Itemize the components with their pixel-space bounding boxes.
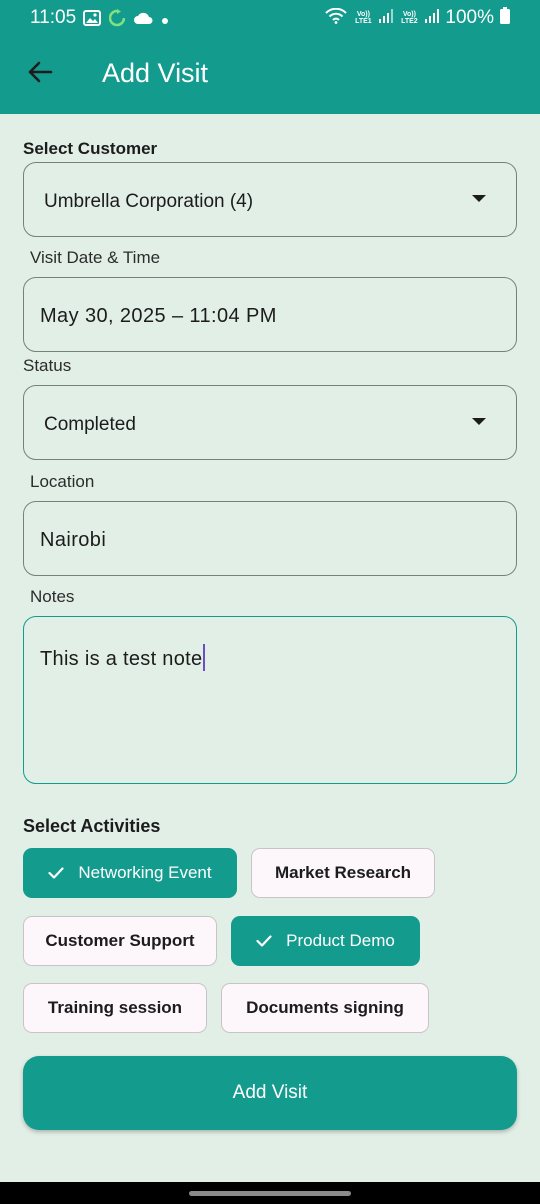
wifi-icon [325, 7, 348, 29]
battery-percent: 100% [445, 7, 494, 28]
status-bar: 11:05 Vo)) LTE1 Vo)) LTE2 100% [0, 0, 540, 36]
gesture-handle[interactable] [189, 1191, 351, 1196]
chip-label: Product Demo [286, 931, 395, 950]
dot-icon [161, 12, 169, 30]
add-visit-button[interactable]: Add Visit [23, 1056, 517, 1130]
notes-label: Notes [30, 587, 75, 606]
notes-textarea[interactable]: This is a test note [23, 616, 517, 784]
chip-label: Training session [47, 998, 183, 1017]
activity-chip-market-research[interactable]: Market Research [251, 848, 435, 898]
customer-label: Select Customer [23, 139, 158, 158]
status-dropdown[interactable]: Completed [23, 385, 517, 460]
customer-value: Umbrella Corporation (4) [44, 191, 254, 212]
visit-datetime-label: Visit Date & Time [30, 248, 161, 267]
activity-chip-networking-event[interactable]: Networking Event [23, 848, 237, 898]
system-nav-bar [0, 1182, 540, 1204]
activity-chip-customer-support[interactable]: Customer Support [23, 916, 217, 966]
text-caret [203, 644, 206, 671]
chip-label: Market Research [274, 863, 412, 882]
status-label: Status [23, 356, 72, 375]
back-button[interactable] [22, 56, 58, 92]
refresh-icon [108, 9, 126, 32]
sim2-label: Vo)) LTE2 [401, 11, 418, 25]
cloud-icon [133, 11, 153, 30]
visit-datetime-value: May 30, 2025 – 11:04 PM [40, 305, 277, 327]
notes-text-wrap: This is a test note [40, 644, 206, 671]
check-icon [256, 935, 272, 947]
notes-value: This is a test note [40, 648, 203, 670]
chip-label: Documents signing [246, 998, 404, 1017]
location-label: Location [30, 472, 95, 491]
signal-icon [379, 8, 394, 28]
chip-label: Customer Support [45, 931, 195, 950]
chevron-down-icon [472, 195, 486, 202]
location-value: Nairobi [40, 529, 107, 551]
battery-icon [500, 7, 510, 29]
visit-datetime-field[interactable]: May 30, 2025 – 11:04 PM [23, 277, 517, 352]
page-title: Add Visit [102, 58, 209, 88]
chip-label: Networking Event [78, 863, 212, 882]
activity-chip-training-session[interactable]: Training session [23, 983, 207, 1033]
activities-label: Select Activities [23, 816, 161, 836]
chevron-down-icon [472, 418, 486, 425]
sim1-label: Vo)) LTE1 [355, 11, 372, 25]
signal-icon-2 [425, 8, 440, 28]
status-time: 11:05 [30, 7, 77, 28]
app-bar: Add Visit [0, 36, 540, 114]
check-icon [48, 867, 64, 879]
status-system-icons: Vo)) LTE1 Vo)) LTE2 100% [325, 7, 510, 29]
gallery-icon [83, 10, 101, 31]
status-value: Completed [44, 414, 136, 435]
status-notification-icons [83, 9, 169, 32]
add-visit-button-label: Add Visit [232, 1082, 308, 1103]
arrow-left-icon [27, 60, 53, 89]
activity-chip-documents-signing[interactable]: Documents signing [221, 983, 429, 1033]
location-field[interactable]: Nairobi [23, 501, 517, 576]
customer-dropdown[interactable]: Umbrella Corporation (4) [23, 162, 517, 237]
activity-chip-product-demo[interactable]: Product Demo [231, 916, 420, 966]
